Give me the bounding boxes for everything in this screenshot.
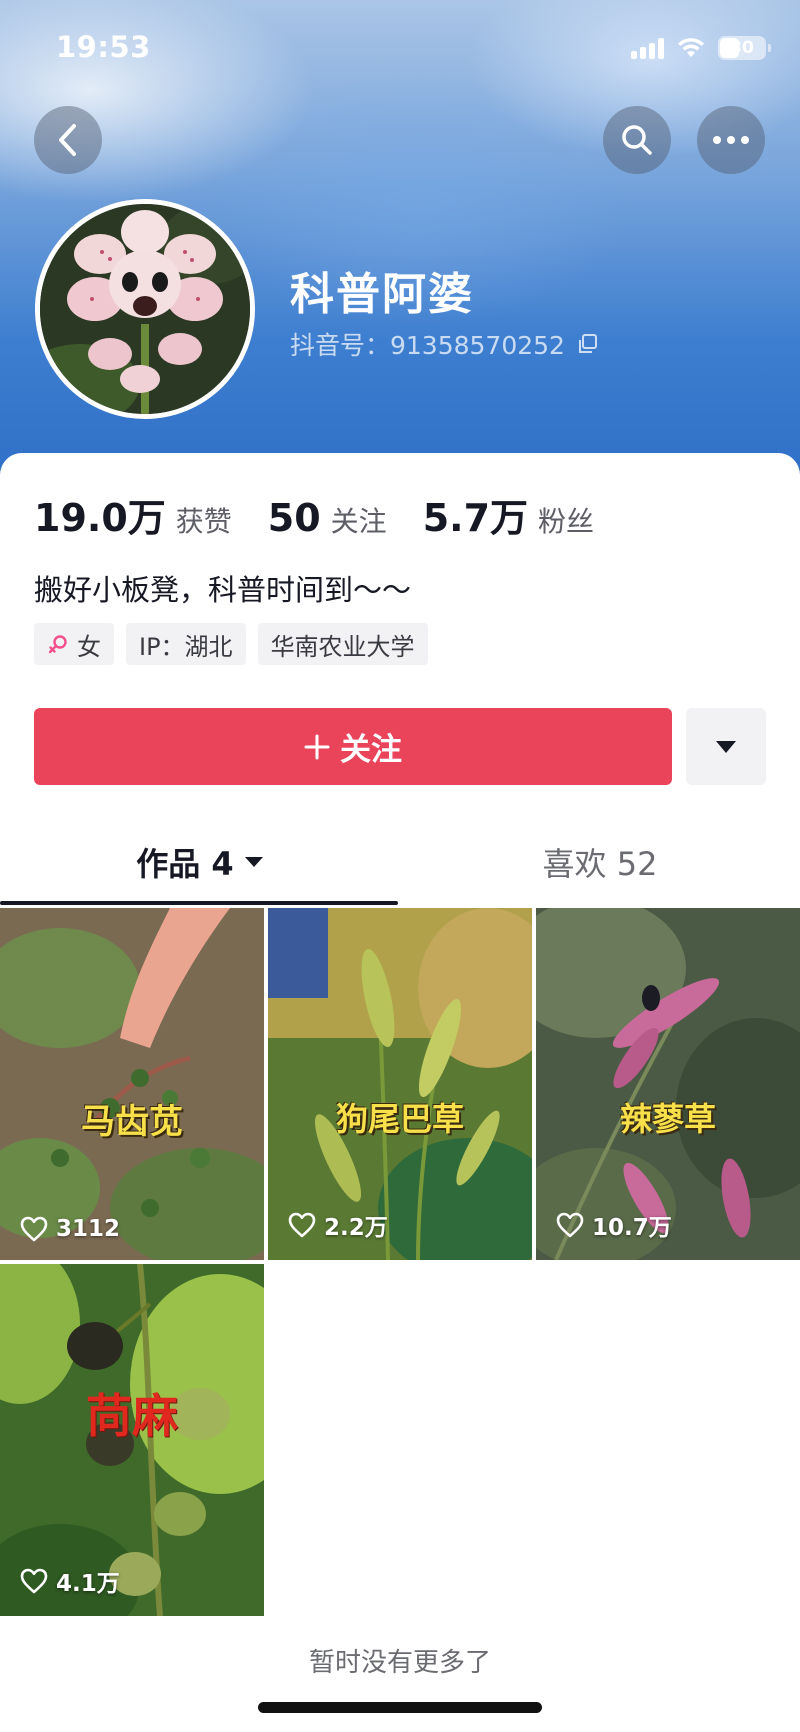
profile-tabs: 作品 4 喜欢 52 xyxy=(0,821,800,903)
video-likes-count: 4.1万 xyxy=(56,1571,120,1597)
avatar[interactable] xyxy=(35,199,255,419)
stat-likes-received[interactable]: 19.0万 获赞 xyxy=(34,487,232,542)
video-title-overlay: 马齿苋 xyxy=(81,1102,183,1142)
caret-down-icon xyxy=(716,740,736,753)
copy-icon[interactable] xyxy=(577,333,599,355)
heart-icon xyxy=(288,1212,316,1238)
stat-label: 获赞 xyxy=(175,505,232,538)
more-options-button[interactable] xyxy=(697,106,765,174)
video-likes: 3112 xyxy=(20,1216,120,1242)
cellular-signal-icon xyxy=(631,37,664,59)
back-button[interactable] xyxy=(34,106,102,174)
status-icons: 30 xyxy=(631,36,771,60)
school-label: 华南农业大学 xyxy=(270,632,415,661)
battery-icon: 30 xyxy=(718,36,771,60)
no-more-content-text: 暂时没有更多了 xyxy=(308,1648,491,1678)
status-time: 19:53 xyxy=(56,30,151,64)
profile-stats: 19.0万 获赞 50 关注 5.7万 粉丝 xyxy=(34,487,630,542)
video-item[interactable]: 苘麻 4.1万 xyxy=(0,1264,264,1616)
video-title-overlay: 狗尾巴草 xyxy=(335,1100,464,1138)
follow-button-label: 关注 xyxy=(340,732,402,768)
stat-value: 50 xyxy=(267,496,321,540)
video-likes: 4.1万 xyxy=(20,1564,120,1598)
ip-location-label: IP：湖北 xyxy=(139,632,233,661)
follow-actions: 关注 xyxy=(34,708,766,785)
school-tag[interactable]: 华南农业大学 xyxy=(257,623,428,665)
orchid-avatar-image xyxy=(40,204,250,414)
video-likes-count: 3112 xyxy=(56,1216,121,1242)
ip-location-tag: IP：湖北 xyxy=(126,623,246,665)
profile-bio: 搬好小板凳，科普时间到～～ xyxy=(34,573,412,607)
tab-likes-label: 喜欢 52 xyxy=(542,845,658,883)
video-likes-count: 10.7万 xyxy=(592,1215,672,1241)
heart-icon xyxy=(20,1568,48,1594)
video-item[interactable]: 马齿苋 3112 xyxy=(0,908,264,1260)
recommend-dropdown-button[interactable] xyxy=(686,708,766,785)
video-item[interactable]: 辣蓼草 10.7万 xyxy=(536,908,800,1260)
stat-followers[interactable]: 5.7万 粉丝 xyxy=(423,487,594,542)
gender-label: 女 xyxy=(77,632,101,661)
chevron-left-icon xyxy=(59,124,76,156)
more-dots-icon xyxy=(713,136,749,144)
douyin-id[interactable]: 抖音号：91358570252 xyxy=(290,326,599,362)
tab-likes[interactable]: 喜欢 52 xyxy=(400,821,800,903)
follow-button[interactable]: 关注 xyxy=(34,708,672,785)
heart-icon xyxy=(20,1216,48,1242)
battery-level: 30 xyxy=(730,38,754,58)
video-item[interactable]: 狗尾巴草 2.2万 xyxy=(268,908,532,1260)
gender-tag: 女 xyxy=(34,623,114,665)
video-title-overlay: 苘麻 xyxy=(86,1389,178,1443)
home-indicator[interactable] xyxy=(258,1702,542,1713)
profile-nickname: 科普阿婆 xyxy=(290,269,474,320)
search-button[interactable] xyxy=(603,106,671,174)
douyin-id-text: 抖音号：91358570252 xyxy=(290,331,565,360)
stat-value: 19.0万 xyxy=(34,496,166,540)
wifi-icon xyxy=(678,38,704,57)
stat-following[interactable]: 50 关注 xyxy=(268,496,387,540)
active-tab-indicator xyxy=(0,901,398,905)
video-likes: 10.7万 xyxy=(556,1208,672,1242)
tab-works[interactable]: 作品 4 xyxy=(0,821,400,903)
status-bar: 19:53 30 xyxy=(0,0,800,96)
stat-value: 5.7万 xyxy=(422,496,529,540)
video-title-overlay: 辣蓼草 xyxy=(619,1100,716,1138)
caret-down-icon xyxy=(244,857,263,867)
video-thumbnail xyxy=(0,908,264,1260)
stat-label: 关注 xyxy=(330,505,387,538)
profile-tags: 女 IP：湖北 华南农业大学 xyxy=(34,623,428,665)
plus-icon xyxy=(304,734,330,759)
heart-icon xyxy=(556,1212,584,1238)
tab-works-label: 作品 4 xyxy=(136,845,234,883)
search-icon xyxy=(622,125,652,155)
stat-label: 粉丝 xyxy=(538,505,595,538)
female-icon xyxy=(48,635,67,654)
video-likes: 2.2万 xyxy=(288,1208,388,1242)
video-likes-count: 2.2万 xyxy=(324,1215,388,1241)
